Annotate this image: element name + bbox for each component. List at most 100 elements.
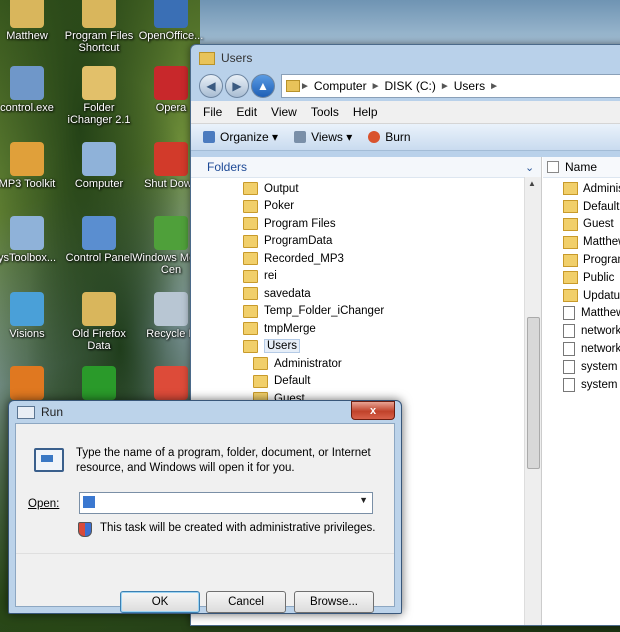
tree-item-label: rei xyxy=(264,270,277,283)
desktop-icon-label: Matthew xyxy=(6,30,48,42)
tree-item[interactable]: Program Files xyxy=(191,215,541,233)
breadcrumb-disk[interactable]: DISK (C:) xyxy=(385,79,436,93)
ok-button[interactable]: OK xyxy=(120,591,200,613)
close-button[interactable]: x xyxy=(351,401,395,420)
list-item[interactable]: Public xyxy=(543,269,620,287)
views-button[interactable]: Views ▾ xyxy=(294,130,352,144)
open-combobox[interactable]: ▼ xyxy=(79,492,373,514)
folder-icon xyxy=(563,200,578,214)
breadcrumb-users[interactable]: Users xyxy=(454,79,485,93)
desktop-icon[interactable]: OpenOffice... xyxy=(132,0,210,42)
app-icon xyxy=(10,216,44,250)
browse-button[interactable]: Browse... xyxy=(294,591,374,613)
chevron-down-icon[interactable]: ⌄ xyxy=(525,161,534,174)
folder-icon xyxy=(243,287,258,301)
desktop-icon[interactable] xyxy=(0,366,66,402)
list-item[interactable]: Updatus xyxy=(543,287,620,305)
tree-item-label: Poker xyxy=(264,200,295,213)
dropdown-arrow-icon[interactable]: ▼ xyxy=(359,495,368,505)
tree-item[interactable]: Administrator xyxy=(191,355,541,373)
run-titlebar[interactable]: Run xyxy=(9,401,401,423)
scroll-thumb[interactable] xyxy=(527,317,540,469)
folder-icon xyxy=(563,289,578,303)
list-item[interactable]: Adminis xyxy=(543,180,620,198)
back-button[interactable]: ◀ xyxy=(199,74,223,98)
list-item[interactable]: system i xyxy=(543,376,620,394)
views-label: Views xyxy=(311,130,343,144)
cancel-button[interactable]: Cancel xyxy=(206,591,286,613)
tree-item[interactable]: rei xyxy=(191,268,541,286)
document-icon xyxy=(563,324,575,339)
list-item[interactable]: system i xyxy=(543,358,620,376)
folder-icon xyxy=(243,182,258,196)
folder-icon xyxy=(243,339,258,353)
tree-item[interactable]: Recorded_MP3 xyxy=(191,250,541,268)
menu-tools[interactable]: Tools xyxy=(311,105,339,119)
menu-file[interactable]: File xyxy=(203,105,222,119)
organize-button[interactable]: Organize ▾ xyxy=(203,130,278,144)
folder-icon xyxy=(199,51,215,65)
app-icon xyxy=(10,142,44,176)
app-icon xyxy=(82,292,116,326)
desktop-icon[interactable]: Control Panel xyxy=(60,216,138,264)
run-program-icon xyxy=(34,448,64,472)
menu-view[interactable]: View xyxy=(271,105,297,119)
explorer-titlebar[interactable]: Users xyxy=(191,45,620,71)
burn-label: Burn xyxy=(385,130,411,144)
up-button[interactable]: ▲ xyxy=(251,74,275,98)
tree-item[interactable]: tmpMerge xyxy=(191,320,541,338)
folder-icon xyxy=(563,253,578,267)
list-item[interactable]: Matthew xyxy=(543,233,620,251)
tree-item[interactable]: Temp_Folder_iChanger xyxy=(191,303,541,321)
folders-header[interactable]: Folders ⌄ xyxy=(191,157,541,178)
tree-item[interactable]: savedata xyxy=(191,285,541,303)
desktop-icon[interactable]: Matthew xyxy=(0,0,66,42)
name-column-header[interactable]: Name xyxy=(543,157,620,178)
document-icon xyxy=(563,377,575,392)
desktop-icon[interactable]: Folder iChanger 2.1 xyxy=(60,66,138,126)
views-icon xyxy=(294,131,307,143)
desktop-icon[interactable]: Computer xyxy=(60,142,138,190)
menu-help[interactable]: Help xyxy=(353,105,378,119)
list-item[interactable]: network xyxy=(543,322,620,340)
folder-tree: Output Poker Program Files ProgramData Recor… xyxy=(191,178,541,408)
list-item-label: system i xyxy=(581,360,620,373)
burn-button[interactable]: Burn xyxy=(368,130,411,144)
tree-item[interactable]: ProgramData xyxy=(191,233,541,251)
open-input-selection[interactable] xyxy=(83,496,95,508)
address-bar[interactable]: ► Computer ► DISK (C:) ► Users ► xyxy=(281,74,620,98)
tree-item-label: Administrator xyxy=(274,357,342,370)
list-item[interactable]: Program xyxy=(543,251,620,269)
desktop-icon[interactable]: ysToolbox... xyxy=(0,216,66,264)
tree-item-label: Output xyxy=(264,182,299,195)
forward-button[interactable]: ▶ xyxy=(225,74,249,98)
list-item[interactable]: Guest xyxy=(543,216,620,234)
tree-item[interactable]: Users xyxy=(191,338,541,356)
desktop-icon[interactable]: MP3 Toolkit xyxy=(0,142,66,190)
organize-label: Organize xyxy=(220,130,269,144)
select-all-checkbox[interactable] xyxy=(547,161,559,173)
breadcrumb-computer[interactable]: Computer xyxy=(314,79,367,93)
desktop-icon[interactable]: Program Files Shortcut xyxy=(60,0,138,54)
run-icon xyxy=(17,405,35,419)
tree-item[interactable]: Output xyxy=(191,180,541,198)
list-item[interactable]: network xyxy=(543,340,620,358)
list-item-label: Matthew xyxy=(583,236,620,249)
list-item-label: network xyxy=(581,325,620,338)
scroll-up-icon[interactable]: ▲ xyxy=(528,179,536,188)
desktop-icon[interactable]: control.exe xyxy=(0,66,66,114)
tree-item-label: Users xyxy=(264,339,301,354)
desktop-icon[interactable]: Visions xyxy=(0,292,66,340)
app-icon xyxy=(10,0,44,28)
list-item[interactable]: Matthew xyxy=(543,305,620,323)
desktop-icon-label: Visions xyxy=(9,328,45,340)
folder-icon xyxy=(243,322,258,336)
menu-edit[interactable]: Edit xyxy=(236,105,257,119)
folders-scrollbar[interactable]: ▲ xyxy=(524,177,541,625)
tree-item[interactable]: Poker xyxy=(191,198,541,216)
list-item[interactable]: Default xyxy=(543,198,620,216)
list-item-label: Program xyxy=(583,254,620,267)
tree-item[interactable]: Default xyxy=(191,373,541,391)
desktop-icon[interactable]: Old Firefox Data xyxy=(60,292,138,352)
list-item-label: network xyxy=(581,343,620,356)
